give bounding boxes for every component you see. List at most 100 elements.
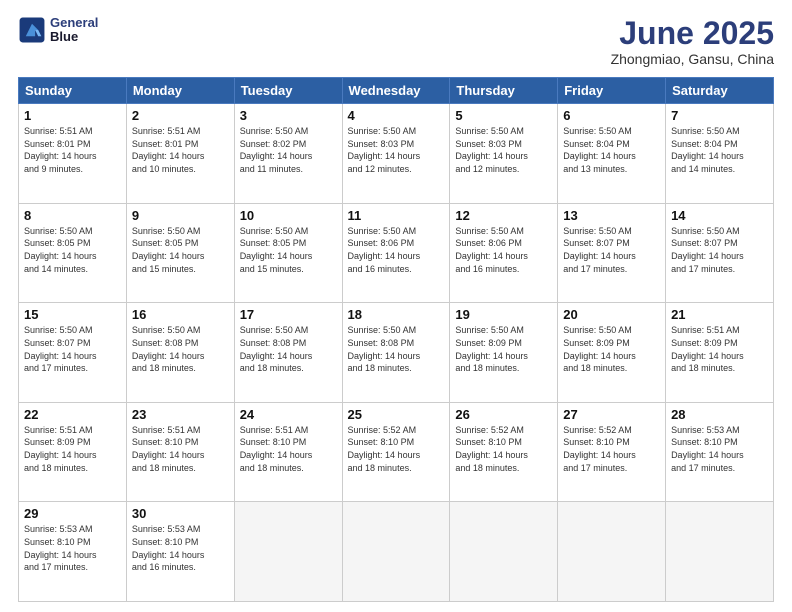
day-info: Sunrise: 5:50 AM Sunset: 8:05 PM Dayligh… [24, 225, 121, 275]
calendar-day-cell: 6 Sunrise: 5:50 AM Sunset: 8:04 PM Daylig… [558, 104, 666, 204]
calendar-day-cell: 13Sunrise: 5:50 AM Sunset: 8:07 PM Dayli… [558, 203, 666, 303]
day-info: Sunrise: 5:52 AM Sunset: 8:10 PM Dayligh… [455, 424, 552, 474]
calendar-day-cell: 22Sunrise: 5:51 AM Sunset: 8:09 PM Dayli… [19, 402, 127, 502]
calendar-day-cell: 18Sunrise: 5:50 AM Sunset: 8:08 PM Dayli… [342, 303, 450, 403]
calendar-week-row: 1Sunrise: 5:51 AM Sunset: 8:01 PM Daylig… [19, 104, 774, 204]
day-info: Sunrise: 5:50 AM Sunset: 8:02 PM Dayligh… [240, 125, 337, 175]
day-info: Sunrise: 5:51 AM Sunset: 8:09 PM Dayligh… [24, 424, 121, 474]
calendar-day-cell [234, 502, 342, 602]
day-info: Sunrise: 5:50 AM Sunset: 8:08 PM Dayligh… [132, 324, 229, 374]
day-info: Sunrise: 5:50 AM Sunset: 8:03 PM Dayligh… [455, 125, 552, 175]
calendar-day-cell: 19 Sunrise: 5:50 AM Sunset: 8:09 PM Dayli… [450, 303, 558, 403]
calendar-day-cell: 12 Sunrise: 5:50 AM Sunset: 8:06 PM Dayli… [450, 203, 558, 303]
day-info: Sunrise: 5:53 AM Sunset: 8:10 PM Dayligh… [24, 523, 121, 573]
day-number: 30 [132, 506, 229, 521]
day-info: Sunrise: 5:51 AM Sunset: 8:10 PM Dayligh… [240, 424, 337, 474]
calendar-week-row: 8 Sunrise: 5:50 AM Sunset: 8:05 PM Daylig… [19, 203, 774, 303]
calendar-header: SundayMondayTuesdayWednesdayThursdayFrid… [19, 78, 774, 104]
day-info: Sunrise: 5:50 AM Sunset: 8:04 PM Dayligh… [563, 125, 660, 175]
day-number: 7 [671, 108, 768, 123]
day-info: Sunrise: 5:50 AM Sunset: 8:06 PM Dayligh… [455, 225, 552, 275]
calendar-day-cell [342, 502, 450, 602]
calendar-day-cell: 20 Sunrise: 5:50 AM Sunset: 8:09 PM Dayli… [558, 303, 666, 403]
weekday-header: Tuesday [234, 78, 342, 104]
calendar-day-cell: 10Sunrise: 5:50 AM Sunset: 8:05 PM Dayli… [234, 203, 342, 303]
day-info: Sunrise: 5:50 AM Sunset: 8:09 PM Dayligh… [455, 324, 552, 374]
day-number: 6 [563, 108, 660, 123]
day-info: Sunrise: 5:50 AM Sunset: 8:05 PM Dayligh… [132, 225, 229, 275]
calendar-table: SundayMondayTuesdayWednesdayThursdayFrid… [18, 77, 774, 602]
day-info: Sunrise: 5:52 AM Sunset: 8:10 PM Dayligh… [348, 424, 445, 474]
calendar-week-row: 29 Sunrise: 5:53 AM Sunset: 8:10 PM Dayli… [19, 502, 774, 602]
day-number: 11 [348, 208, 445, 223]
day-number: 23 [132, 407, 229, 422]
calendar-day-cell: 16 Sunrise: 5:50 AM Sunset: 8:08 PM Dayli… [126, 303, 234, 403]
day-info: Sunrise: 5:51 AM Sunset: 8:01 PM Dayligh… [132, 125, 229, 175]
logo-icon [18, 16, 46, 44]
logo-text: General Blue [50, 16, 98, 45]
day-number: 25 [348, 407, 445, 422]
day-info: Sunrise: 5:52 AM Sunset: 8:10 PM Dayligh… [563, 424, 660, 474]
day-number: 29 [24, 506, 121, 521]
calendar-day-cell: 14Sunrise: 5:50 AM Sunset: 8:07 PM Dayli… [666, 203, 774, 303]
calendar-day-cell: 11 Sunrise: 5:50 AM Sunset: 8:06 PM Dayli… [342, 203, 450, 303]
calendar-day-cell: 1Sunrise: 5:51 AM Sunset: 8:01 PM Daylig… [19, 104, 127, 204]
day-number: 3 [240, 108, 337, 123]
calendar-day-cell: 17 Sunrise: 5:50 AM Sunset: 8:08 PM Dayli… [234, 303, 342, 403]
day-info: Sunrise: 5:50 AM Sunset: 8:08 PM Dayligh… [240, 324, 337, 374]
calendar-day-cell: 29 Sunrise: 5:53 AM Sunset: 8:10 PM Dayli… [19, 502, 127, 602]
calendar-day-cell: 25 Sunrise: 5:52 AM Sunset: 8:10 PM Dayli… [342, 402, 450, 502]
calendar-day-cell: 23 Sunrise: 5:51 AM Sunset: 8:10 PM Dayli… [126, 402, 234, 502]
day-info: Sunrise: 5:51 AM Sunset: 8:01 PM Dayligh… [24, 125, 121, 175]
logo-line2: Blue [50, 30, 98, 44]
day-number: 5 [455, 108, 552, 123]
calendar-body: 1Sunrise: 5:51 AM Sunset: 8:01 PM Daylig… [19, 104, 774, 602]
logo: General Blue [18, 16, 98, 45]
calendar-day-cell [666, 502, 774, 602]
day-info: Sunrise: 5:50 AM Sunset: 8:09 PM Dayligh… [563, 324, 660, 374]
month-title: June 2025 [611, 16, 774, 51]
day-number: 8 [24, 208, 121, 223]
calendar-day-cell: 21 Sunrise: 5:51 AM Sunset: 8:09 PM Dayli… [666, 303, 774, 403]
calendar-day-cell: 30Sunrise: 5:53 AM Sunset: 8:10 PM Dayli… [126, 502, 234, 602]
calendar-day-cell: 28Sunrise: 5:53 AM Sunset: 8:10 PM Dayli… [666, 402, 774, 502]
day-number: 12 [455, 208, 552, 223]
day-number: 21 [671, 307, 768, 322]
day-info: Sunrise: 5:50 AM Sunset: 8:04 PM Dayligh… [671, 125, 768, 175]
weekday-header: Monday [126, 78, 234, 104]
day-number: 2 [132, 108, 229, 123]
weekday-header: Thursday [450, 78, 558, 104]
calendar-week-row: 22Sunrise: 5:51 AM Sunset: 8:09 PM Dayli… [19, 402, 774, 502]
day-info: Sunrise: 5:50 AM Sunset: 8:06 PM Dayligh… [348, 225, 445, 275]
calendar-day-cell: 8 Sunrise: 5:50 AM Sunset: 8:05 PM Daylig… [19, 203, 127, 303]
day-number: 17 [240, 307, 337, 322]
weekday-header: Sunday [19, 78, 127, 104]
header: General Blue June 2025 Zhongmiao, Gansu,… [18, 16, 774, 67]
day-number: 16 [132, 307, 229, 322]
logo-line1: General [50, 16, 98, 30]
day-info: Sunrise: 5:51 AM Sunset: 8:10 PM Dayligh… [132, 424, 229, 474]
calendar-week-row: 15Sunrise: 5:50 AM Sunset: 8:07 PM Dayli… [19, 303, 774, 403]
calendar-day-cell: 15Sunrise: 5:50 AM Sunset: 8:07 PM Dayli… [19, 303, 127, 403]
calendar-day-cell: 3 Sunrise: 5:50 AM Sunset: 8:02 PM Daylig… [234, 104, 342, 204]
calendar-day-cell [558, 502, 666, 602]
calendar-day-cell: 7 Sunrise: 5:50 AM Sunset: 8:04 PM Daylig… [666, 104, 774, 204]
day-info: Sunrise: 5:50 AM Sunset: 8:07 PM Dayligh… [563, 225, 660, 275]
calendar-day-cell: 24 Sunrise: 5:51 AM Sunset: 8:10 PM Dayli… [234, 402, 342, 502]
day-number: 19 [455, 307, 552, 322]
calendar-day-cell: 4Sunrise: 5:50 AM Sunset: 8:03 PM Daylig… [342, 104, 450, 204]
title-block: June 2025 Zhongmiao, Gansu, China [611, 16, 774, 67]
calendar-day-cell: 27Sunrise: 5:52 AM Sunset: 8:10 PM Dayli… [558, 402, 666, 502]
day-number: 18 [348, 307, 445, 322]
day-number: 28 [671, 407, 768, 422]
weekday-header: Friday [558, 78, 666, 104]
day-info: Sunrise: 5:51 AM Sunset: 8:09 PM Dayligh… [671, 324, 768, 374]
day-number: 20 [563, 307, 660, 322]
day-number: 9 [132, 208, 229, 223]
location: Zhongmiao, Gansu, China [611, 51, 774, 67]
day-number: 15 [24, 307, 121, 322]
day-info: Sunrise: 5:50 AM Sunset: 8:03 PM Dayligh… [348, 125, 445, 175]
day-number: 24 [240, 407, 337, 422]
day-number: 10 [240, 208, 337, 223]
day-info: Sunrise: 5:50 AM Sunset: 8:07 PM Dayligh… [671, 225, 768, 275]
